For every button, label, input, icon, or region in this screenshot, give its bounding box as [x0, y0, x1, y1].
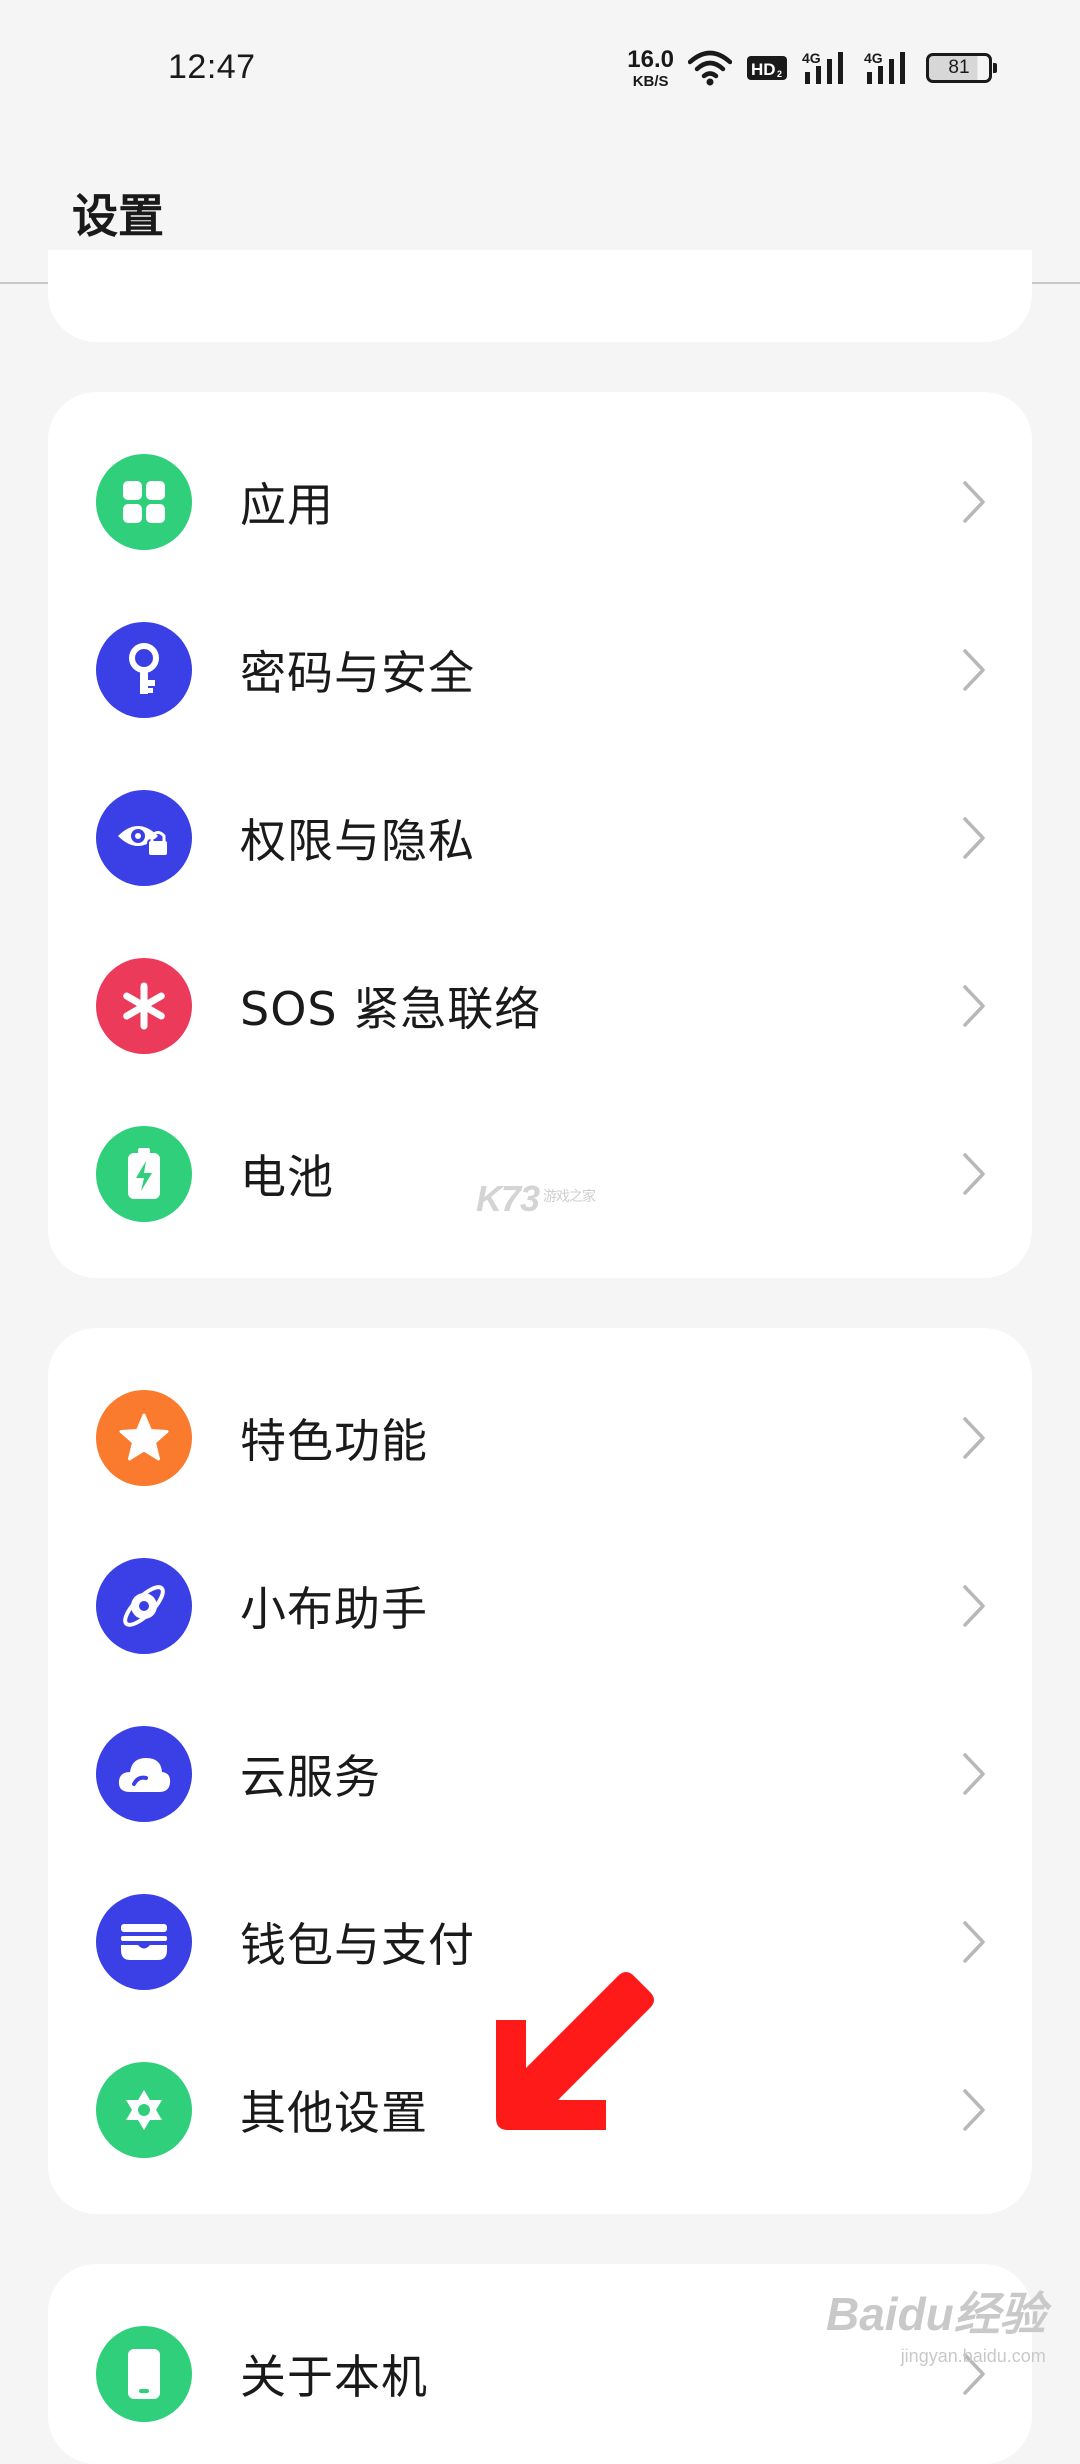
baidu-watermark-text: Baidu经验 [826, 2288, 1046, 2340]
apps-grid-icon [96, 454, 192, 550]
settings-item-label: 云服务 [240, 1750, 381, 1804]
chevron-right-icon [963, 2089, 985, 2131]
settings-item-label: 应用 [240, 478, 334, 532]
baidu-watermark-url: jingyan.baidu.com [900, 2346, 1046, 2366]
k73-watermark-text: K73 [476, 1178, 540, 1219]
chevron-right-icon [963, 1753, 985, 1795]
gear-icon [96, 2062, 192, 2158]
key-icon [96, 622, 192, 718]
star-icon [96, 1390, 192, 1486]
settings-item-label: 特色功能 [240, 1414, 428, 1468]
settings-item-label: 关于本机 [240, 2350, 428, 2404]
signal-icon: 4G [864, 50, 905, 84]
settings-item-label: 权限与隐私 [240, 814, 475, 868]
network-speed: 16.0 KB/S [627, 45, 674, 90]
signal-icon: 4G [802, 50, 843, 84]
chevron-right-icon [963, 1153, 985, 1195]
wallet-icon [96, 1894, 192, 1990]
battery-indicator: 81 [926, 53, 997, 83]
settings-item-label: SOS 紧急联络 [240, 982, 542, 1036]
chevron-right-icon [963, 817, 985, 859]
chevron-right-icon [963, 1921, 985, 1963]
page-title: 设置 [72, 189, 164, 243]
settings-item-sos[interactable]: SOS 紧急联络 [48, 922, 1032, 1090]
settings-item-assistant[interactable]: 小布助手 [48, 1522, 1032, 1690]
settings-item-battery[interactable]: 电池 [48, 1090, 1032, 1258]
privacy-eye-lock-icon [96, 790, 192, 886]
baidu-watermark: Baidu经验 jingyan.baidu.com [826, 2278, 1046, 2367]
settings-item-label: 钱包与支付 [240, 1918, 475, 1972]
wifi-icon [688, 50, 732, 86]
status-icons: 16.0 KB/S HD 2 4G 4G 81 [627, 44, 997, 92]
phone-icon [96, 2326, 192, 2422]
chevron-right-icon [963, 1417, 985, 1459]
k73-watermark: K73 游戏之家 [476, 1178, 596, 1220]
chevron-right-icon [963, 1585, 985, 1627]
settings-item-label: 小布助手 [240, 1582, 428, 1636]
battery-icon [96, 1126, 192, 1222]
cloud-icon [96, 1726, 192, 1822]
network-speed-value: 16.0 [627, 45, 674, 73]
settings-item-special-features[interactable]: 特色功能 [48, 1354, 1032, 1522]
chevron-right-icon [963, 481, 985, 523]
chevron-right-icon [963, 985, 985, 1027]
battery-level: 81 [948, 57, 970, 78]
sos-asterisk-icon [96, 958, 192, 1054]
settings-group-1: 应用 密码与安全 权限与隐私 SOS 紧急联络 电池 [48, 392, 1032, 1278]
hd-badge-text: HD [751, 60, 776, 79]
hd-icon: HD 2 [747, 56, 787, 80]
settings-item-permissions-privacy[interactable]: 权限与隐私 [48, 754, 1032, 922]
status-bar: 12:47 16.0 KB/S HD 2 4G 4G 81 [0, 0, 1080, 136]
settings-item-apps[interactable]: 应用 [48, 418, 1032, 586]
settings-item-label: 其他设置 [240, 2086, 428, 2140]
chevron-right-icon [963, 649, 985, 691]
signal-type-label: 4G [864, 50, 883, 66]
settings-card-partial [48, 250, 1032, 342]
settings-item-label: 电池 [240, 1150, 334, 1204]
k73-watermark-subtext: 游戏之家 [543, 1188, 596, 1204]
assistant-orbit-icon [96, 1558, 192, 1654]
svg-text:2: 2 [777, 69, 782, 79]
network-speed-unit: KB/S [632, 72, 669, 90]
signal-type-label: 4G [802, 50, 821, 66]
settings-item-cloud-service[interactable]: 云服务 [48, 1690, 1032, 1858]
status-time: 12:47 [168, 48, 256, 86]
settings-item-label: 密码与安全 [240, 646, 475, 700]
settings-item-password-security[interactable]: 密码与安全 [48, 586, 1032, 754]
annotation-arrow-icon [496, 1972, 654, 2130]
